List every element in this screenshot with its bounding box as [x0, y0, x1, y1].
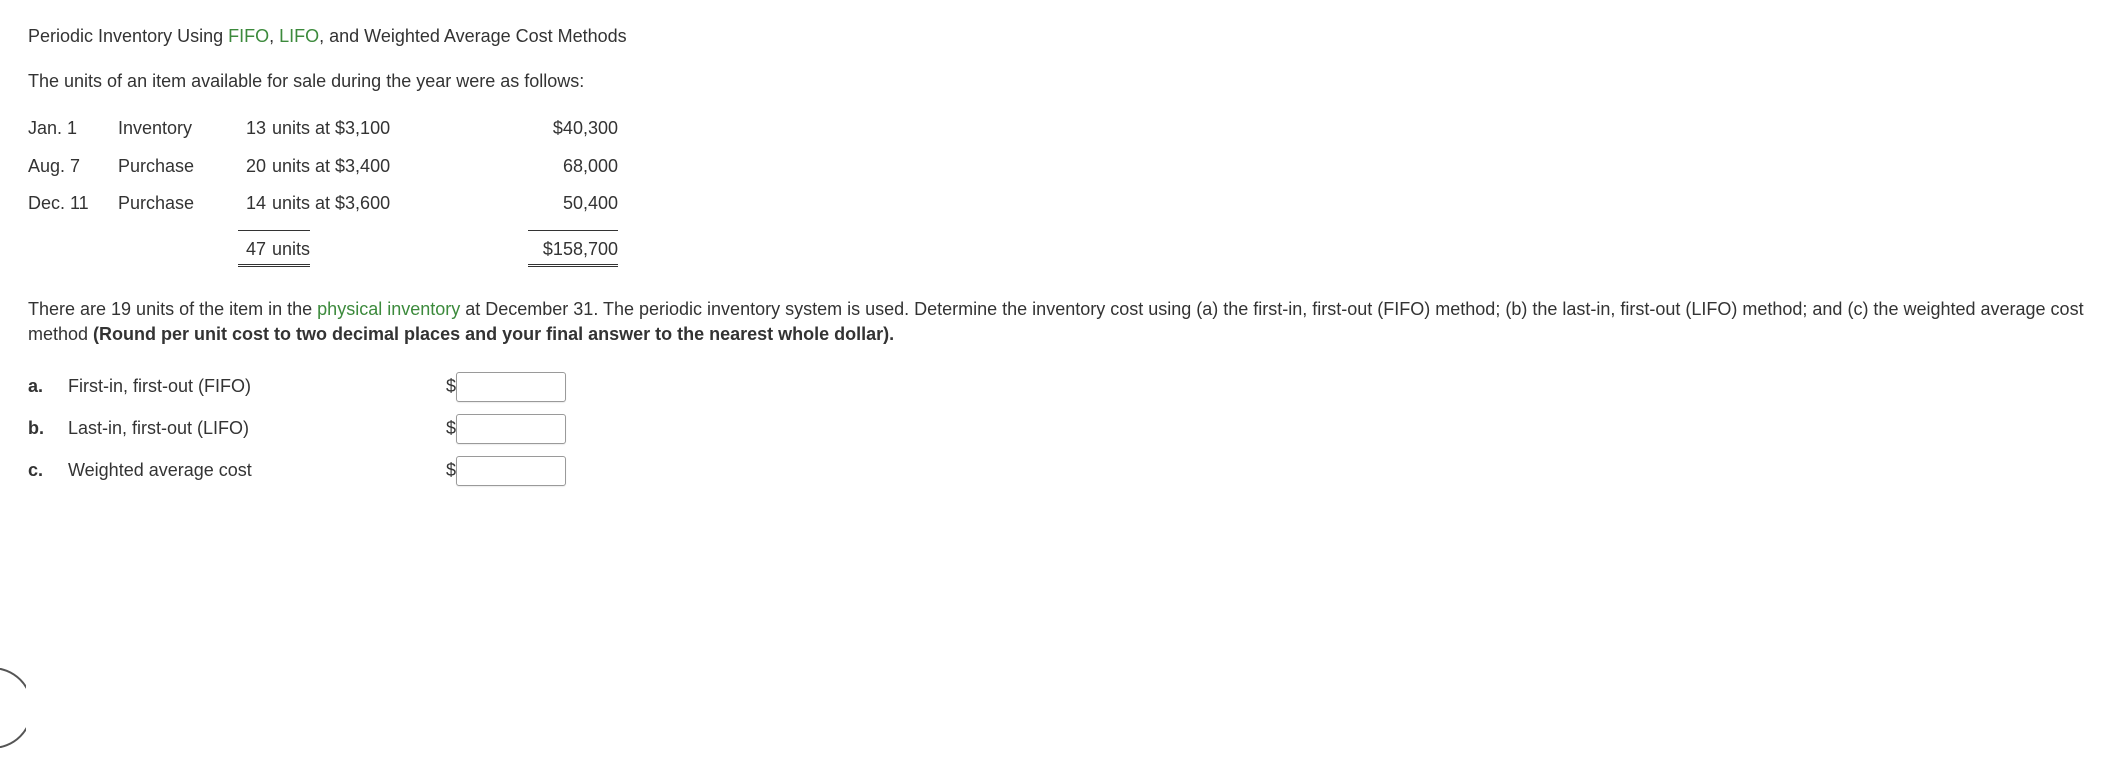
q-bold: (Round per unit cost to two decimal plac… [93, 324, 894, 344]
answers-section: a. First-in, first-out (FIFO) $ b. Last-… [28, 366, 2086, 492]
units-num: 14 [238, 191, 266, 216]
cell-date: Aug. 7 [28, 154, 118, 179]
cell-amount: $40,300 [478, 116, 618, 141]
answer-letter: a. [28, 374, 68, 399]
answer-letter: c. [28, 458, 68, 483]
answer-row-a: a. First-in, first-out (FIFO) $ [28, 366, 2086, 408]
cell-date: Dec. 11 [28, 191, 118, 216]
currency-symbol: $ [438, 458, 456, 483]
cell-date: Jan. 1 [28, 116, 118, 141]
cell-desc: Purchase [118, 154, 238, 179]
q-part1a: There are 19 units of the item in the [28, 299, 317, 319]
problem-title: Periodic Inventory Using FIFO, LIFO, and… [28, 24, 2086, 49]
inventory-table: Jan. 1 Inventory 13 units at $3,100 $40,… [28, 110, 2086, 273]
fifo-input[interactable] [456, 372, 566, 402]
units-text: units at $3,600 [266, 191, 390, 216]
cell-units: 14 units at $3,600 [238, 191, 478, 216]
lifo-input[interactable] [456, 414, 566, 444]
title-sep1: , [269, 26, 279, 46]
currency-symbol: $ [438, 416, 456, 441]
lifo-link[interactable]: LIFO [279, 26, 319, 46]
physical-inventory-link[interactable]: physical inventory [317, 299, 460, 319]
answer-row-c: c. Weighted average cost $ [28, 450, 2086, 492]
cell-amount: 68,000 [478, 154, 618, 179]
answer-label: First-in, first-out (FIFO) [68, 374, 438, 399]
cell-units: 20 units at $3,400 [238, 154, 478, 179]
question-text: There are 19 units of the item in the ph… [28, 297, 2086, 347]
total-units: 47 units [238, 228, 478, 267]
units-text: units at $3,400 [266, 154, 390, 179]
table-row: Jan. 1 Inventory 13 units at $3,100 $40,… [28, 110, 2086, 147]
total-amount: $158,700 [478, 228, 618, 267]
title-pre: Periodic Inventory Using [28, 26, 228, 46]
units-num: 13 [238, 116, 266, 141]
table-row: Aug. 7 Purchase 20 units at $3,400 68,00… [28, 148, 2086, 185]
answer-letter: b. [28, 416, 68, 441]
total-units-num: 47 [238, 237, 266, 262]
cell-desc: Inventory [118, 116, 238, 141]
cell-amount: 50,400 [478, 191, 618, 216]
table-total-row: 47 units $158,700 [28, 222, 2086, 273]
table-row: Dec. 11 Purchase 14 units at $3,600 50,4… [28, 185, 2086, 222]
units-text: units at $3,100 [266, 116, 390, 141]
title-post: , and Weighted Average Cost Methods [319, 26, 627, 46]
answer-label: Last-in, first-out (LIFO) [68, 416, 438, 441]
currency-symbol: $ [438, 374, 456, 399]
wavg-input[interactable] [456, 456, 566, 486]
fifo-link[interactable]: FIFO [228, 26, 269, 46]
intro-text: The units of an item available for sale … [28, 69, 2086, 94]
cell-desc: Purchase [118, 191, 238, 216]
total-units-text: units [266, 237, 310, 262]
answer-label: Weighted average cost [68, 458, 438, 483]
cell-units: 13 units at $3,100 [238, 116, 478, 141]
answer-row-b: b. Last-in, first-out (LIFO) $ [28, 408, 2086, 450]
units-num: 20 [238, 154, 266, 179]
decorative-curve-icon [0, 668, 26, 748]
